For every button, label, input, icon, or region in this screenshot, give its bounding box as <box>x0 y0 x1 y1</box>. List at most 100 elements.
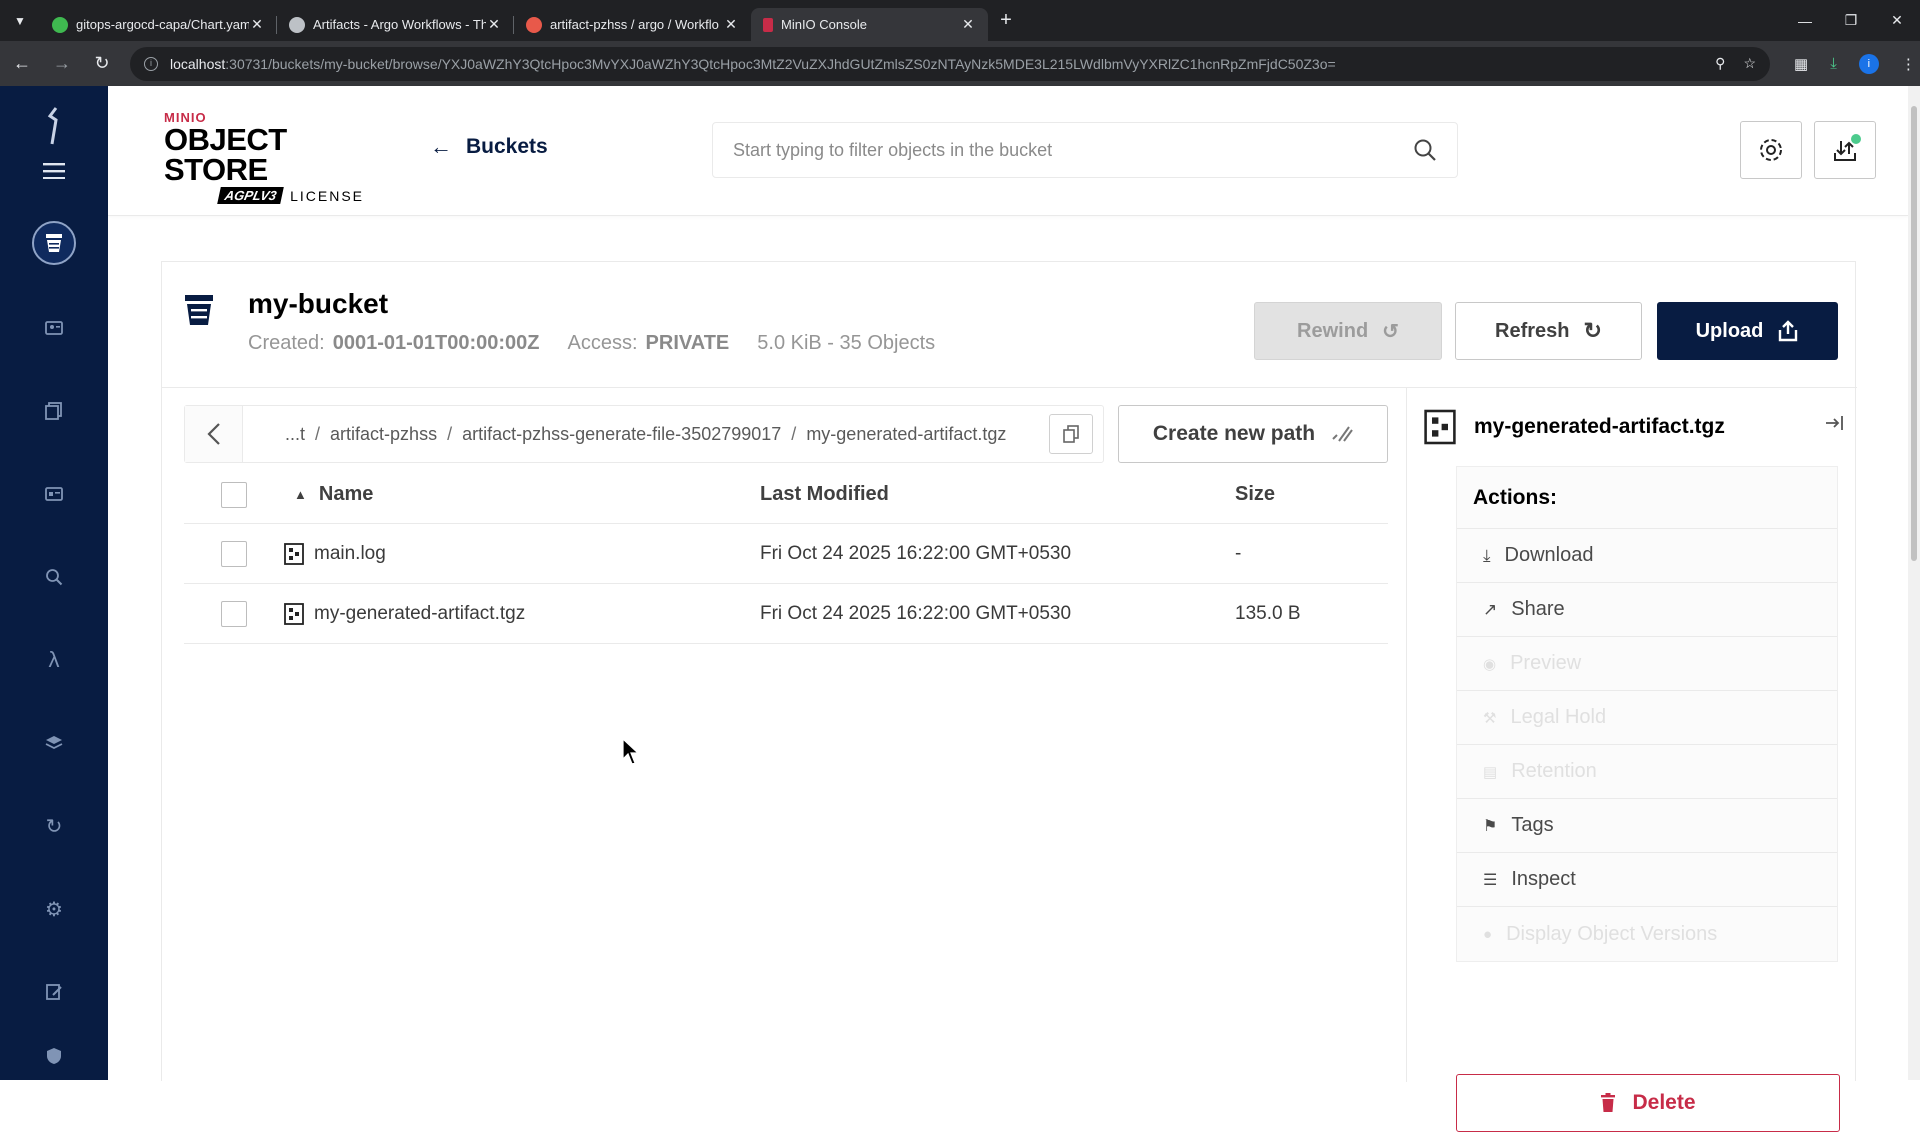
divider <box>162 387 1857 388</box>
browser-tab[interactable]: gitops-argocd-capa/Chart.yaml ✕ <box>40 8 277 41</box>
page-header: MINIO OBJECT STORE AGPLV3 LICENSE ← Buck… <box>108 86 1908 216</box>
table-row[interactable]: main.log Fri Oct 24 2025 16:22:00 GMT+05… <box>184 524 1388 584</box>
sidebar-item-logout[interactable] <box>0 1036 108 1076</box>
action-download[interactable]: ⤓ Download <box>1457 529 1837 583</box>
object-size: - <box>1235 542 1242 564</box>
chevron-left-icon <box>206 423 220 445</box>
logo-product: OBJECT STORE <box>164 122 287 187</box>
settings-button[interactable] <box>1740 121 1802 179</box>
downloads-icon[interactable]: ⤓ <box>1830 55 1837 72</box>
object-name: my-generated-artifact.tgz <box>314 602 526 624</box>
forward-arrow-icon[interactable]: → <box>44 46 80 82</box>
divider <box>1406 388 1407 1082</box>
bucket-summary: 5.0 KiB - 35 Objects <box>757 332 936 354</box>
collapse-panel-button[interactable] <box>1824 414 1844 437</box>
tab-close-icon[interactable]: ✕ <box>249 16 265 33</box>
sidebar-item-access-keys[interactable] <box>0 308 108 348</box>
breadcrumb-item[interactable]: ...t <box>285 424 305 445</box>
sidebar-item-settings[interactable]: ⚙ <box>0 889 108 929</box>
name-header-label: Name <box>318 483 374 505</box>
new-tab-icon[interactable]: + <box>988 9 1024 32</box>
downloads-button[interactable] <box>1814 121 1876 179</box>
browser-menu-icon[interactable]: ⋮ <box>1901 55 1916 73</box>
close-window-icon[interactable]: ✕ <box>1874 0 1920 41</box>
scrollbar-thumb[interactable] <box>1911 106 1917 561</box>
sidebar-item-buckets[interactable] <box>32 221 76 265</box>
sidebar-item-documentation[interactable] <box>0 391 108 431</box>
table-row[interactable]: my-generated-artifact.tgz Fri Oct 24 202… <box>184 584 1388 644</box>
last-modified-column-header[interactable]: Last Modified <box>760 483 1235 506</box>
eye-icon: ◉ <box>1483 655 1497 673</box>
zoom-icon[interactable]: ⚲ <box>1715 55 1725 72</box>
minimize-icon[interactable]: — <box>1782 0 1828 41</box>
action-inspect[interactable]: ☰ Inspect <box>1457 853 1837 907</box>
name-column-header[interactable]: ▲ Name <box>284 483 760 506</box>
sidebar-item-tiering[interactable] <box>0 723 108 763</box>
bookmark-star-icon[interactable]: ☆ <box>1743 55 1756 72</box>
argo-favicon-icon <box>526 16 542 33</box>
minio-logo-icon[interactable] <box>0 106 108 146</box>
browser-tab[interactable]: artifact-pzhss / argo / Workflo ✕ <box>514 8 751 41</box>
browser-tab-active[interactable]: MinIO Console ✕ <box>751 8 988 41</box>
hammer-icon: ⚒ <box>1483 709 1497 727</box>
url-bar[interactable]: i localhost:30731/buckets/my-bucket/brow… <box>130 46 1770 81</box>
row-checkbox[interactable] <box>221 600 247 627</box>
sidebar-item-replication[interactable]: ↻ <box>0 806 108 846</box>
download-icon: ⤓ <box>1483 545 1491 565</box>
row-checkbox[interactable] <box>221 540 247 567</box>
browser-tab[interactable]: Artifacts - Argo Workflows - Th ✕ <box>277 8 514 41</box>
action-label: Share <box>1511 598 1565 620</box>
select-all-checkbox[interactable] <box>221 481 247 508</box>
breadcrumb-item[interactable]: artifact-pzhss <box>330 424 437 445</box>
hamburger-menu-icon[interactable] <box>0 151 108 191</box>
back-label: Buckets <box>466 135 548 158</box>
object-detail-panel: my-generated-artifact.tgz Actions: ⤓ Dow… <box>1424 402 1844 962</box>
identity-icon <box>45 321 63 335</box>
sidebar-item-users[interactable] <box>0 474 108 514</box>
reload-icon[interactable]: ↻ <box>84 46 120 82</box>
tag-icon: ⚑ <box>1483 817 1498 835</box>
extensions-icon[interactable]: ▦ <box>1794 55 1808 73</box>
actions-list: Actions: ⤓ Download ↗ Share ◉ Preview ⚒ … <box>1456 466 1838 962</box>
breadcrumb-back-button[interactable] <box>185 406 243 462</box>
rewind-button[interactable]: Rewind ↺ <box>1254 302 1442 360</box>
access-value: PRIVATE <box>645 332 730 354</box>
tab-close-icon[interactable]: ✕ <box>960 16 976 33</box>
site-info-icon[interactable]: i <box>144 56 158 71</box>
refresh-button[interactable]: Refresh ↻ <box>1455 302 1642 360</box>
sidebar-item-monitoring[interactable] <box>0 557 108 597</box>
copy-path-button[interactable] <box>1049 414 1093 454</box>
sidebar-item-lambda[interactable]: λ <box>0 640 108 680</box>
action-share[interactable]: ↗ Share <box>1457 583 1837 637</box>
action-tags[interactable]: ⚑ Tags <box>1457 799 1837 853</box>
sync-icon: ↻ <box>45 815 63 838</box>
size-column-header[interactable]: Size <box>1235 483 1385 506</box>
tab-search-icon[interactable]: ▼ <box>0 0 40 41</box>
objects-table: ▲ Name Last Modified Size main.log Fri O… <box>184 466 1388 644</box>
delete-label: Delete <box>1632 1091 1696 1114</box>
object-filter-search[interactable]: Start typing to filter objects in the bu… <box>712 122 1458 178</box>
breadcrumb-item[interactable]: artifact-pzhss-generate-file-3502799017 <box>462 424 781 445</box>
tab-close-icon[interactable]: ✕ <box>486 16 502 33</box>
tab-title: MinIO Console <box>781 17 867 32</box>
sidebar-item-license[interactable] <box>0 972 108 1012</box>
tab-title: Artifacts - Argo Workflows - Th <box>313 17 486 32</box>
create-new-path-button[interactable]: Create new path <box>1118 405 1388 463</box>
tab-close-icon[interactable]: ✕ <box>723 16 739 33</box>
documents-icon <box>45 402 62 420</box>
action-label: Display Object Versions <box>1506 922 1718 945</box>
search-input[interactable]: Start typing to filter objects in the bu… <box>733 140 1413 161</box>
lambda-icon: λ <box>48 647 60 672</box>
copy-icon <box>1063 425 1079 443</box>
page-scrollbar[interactable] <box>1908 86 1920 1080</box>
upload-button[interactable]: Upload <box>1657 302 1838 360</box>
delete-button[interactable]: Delete <box>1456 1074 1840 1132</box>
back-to-buckets-link[interactable]: ← Buckets <box>430 134 548 160</box>
action-label: Download <box>1504 544 1594 566</box>
bucket-icon <box>185 295 213 325</box>
restore-icon[interactable]: ❐ <box>1828 0 1874 41</box>
profile-avatar-icon[interactable]: i <box>1858 53 1879 74</box>
window-controls: — ❐ ✕ <box>1782 0 1920 41</box>
back-arrow-icon[interactable]: ← <box>4 46 40 82</box>
github-favicon-icon <box>52 16 68 33</box>
